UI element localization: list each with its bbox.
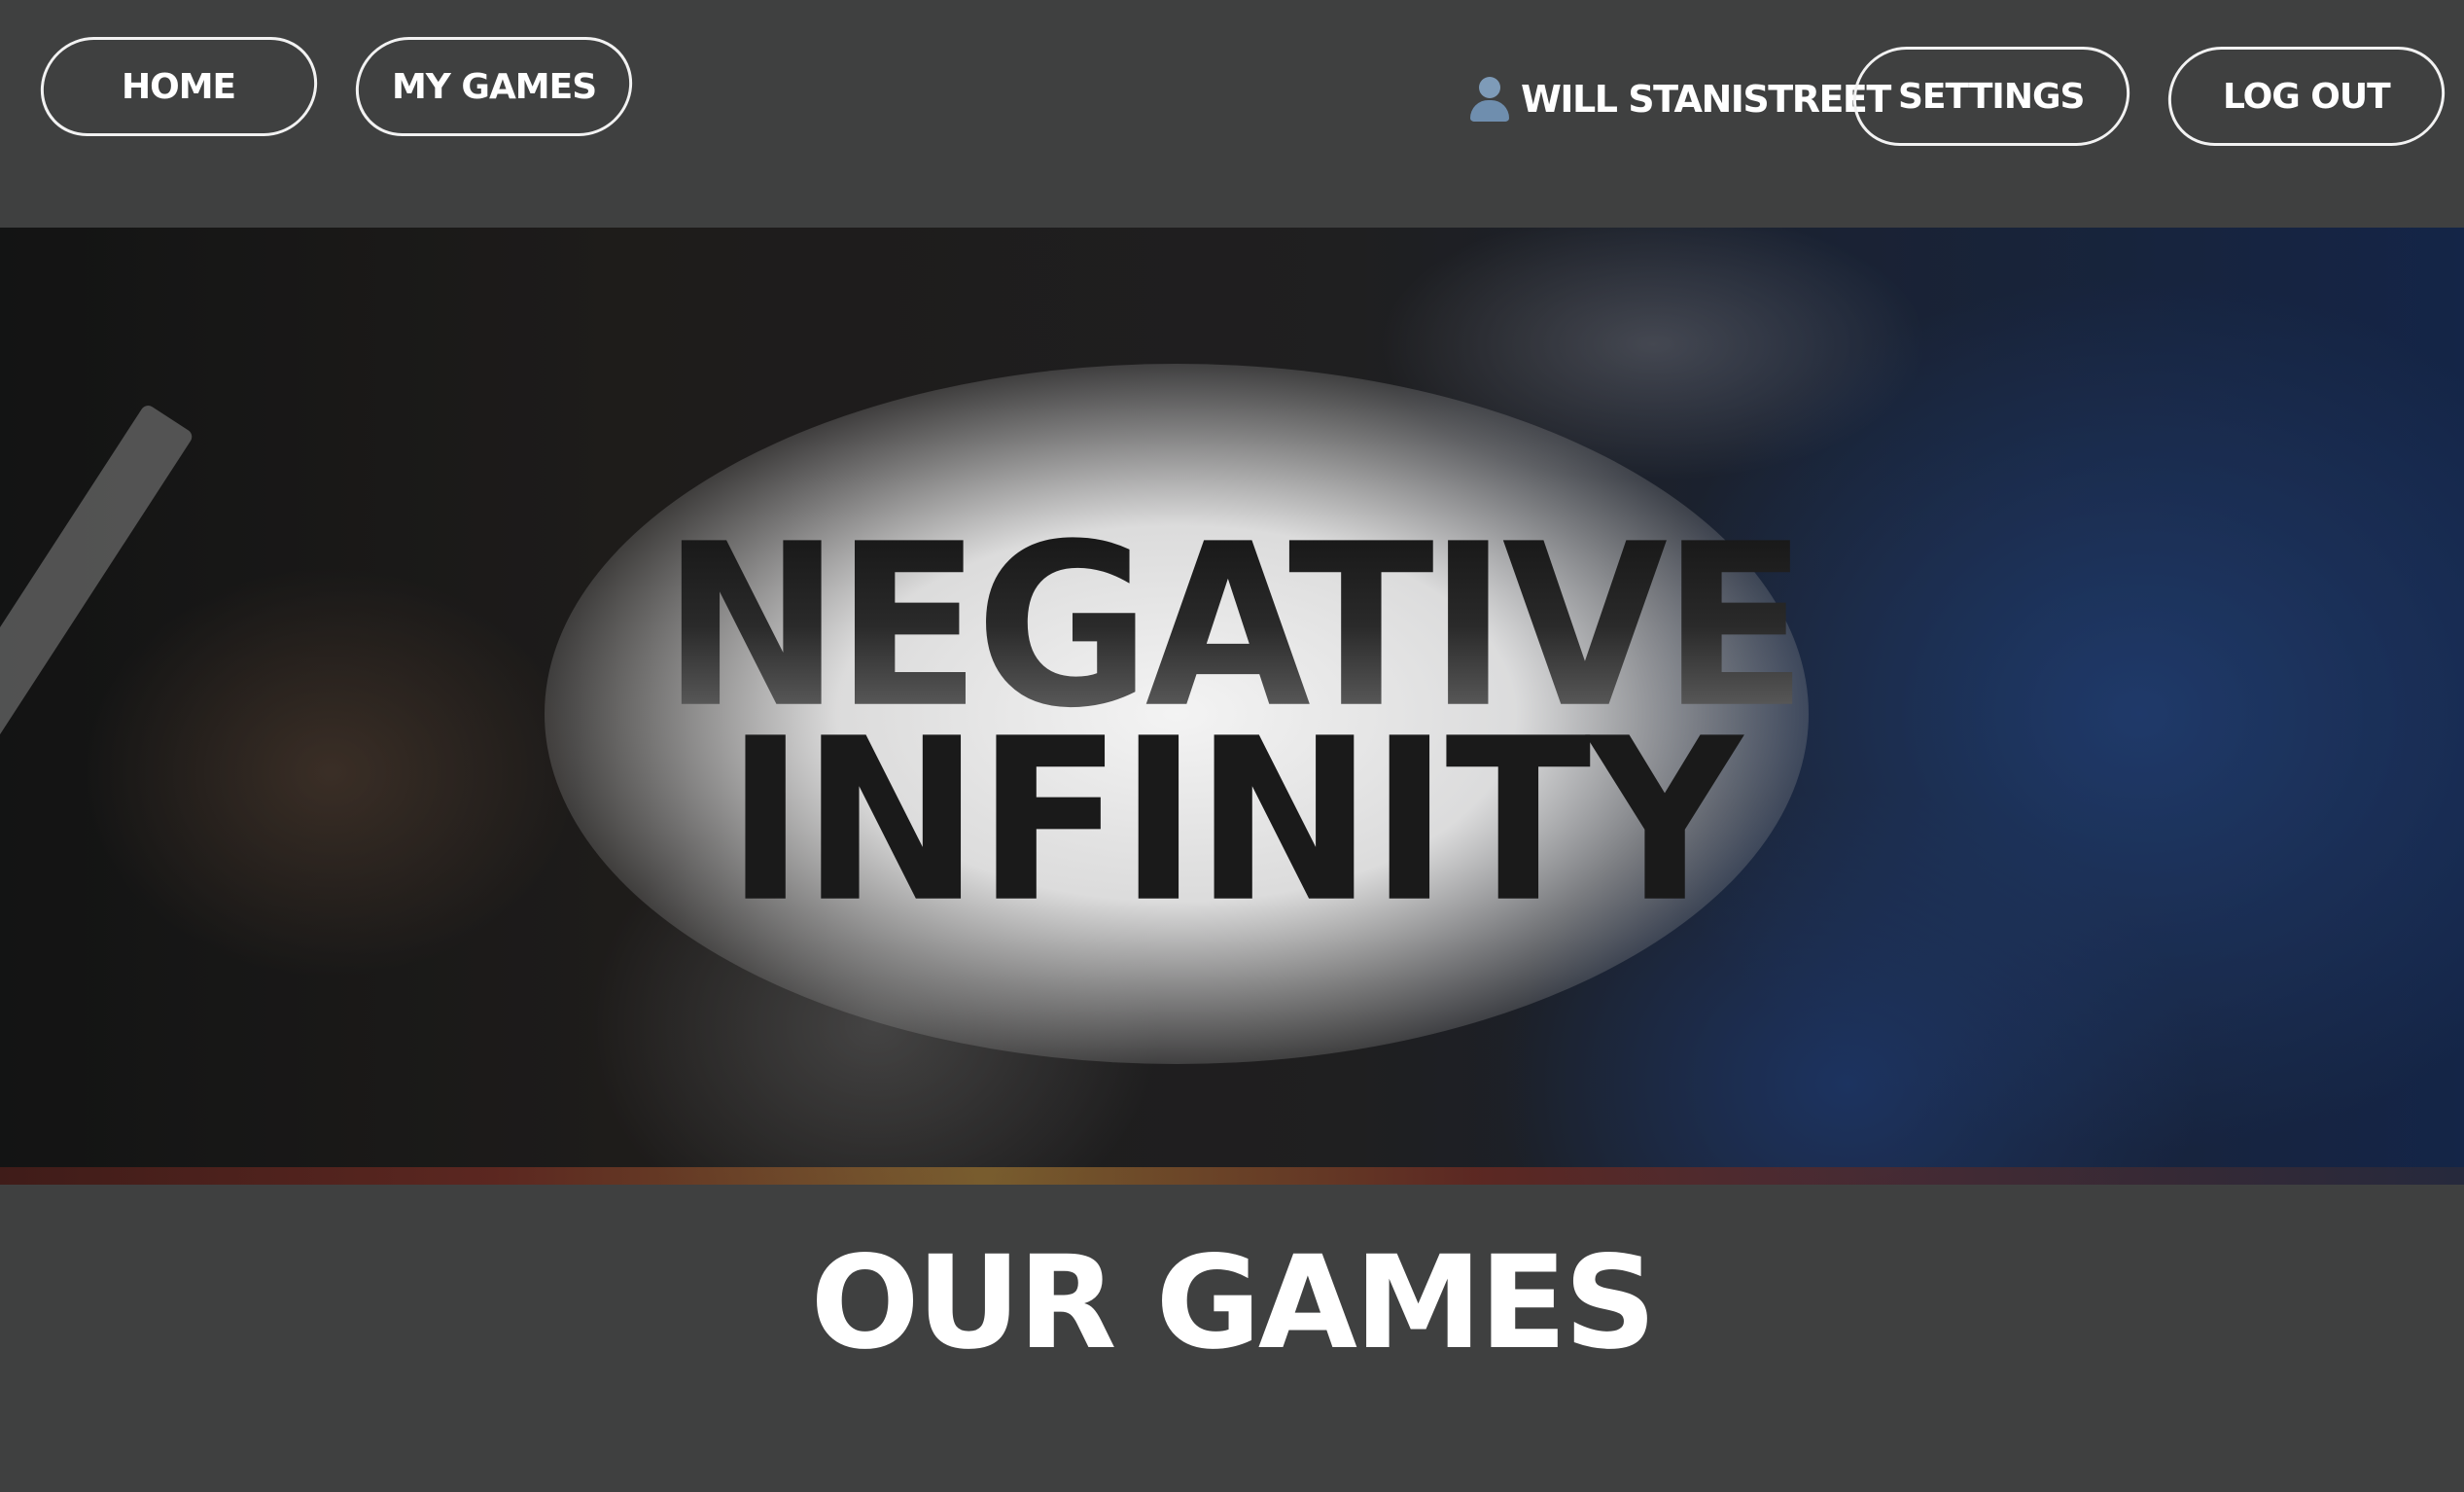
- settings-button-label: SETTINGS: [1898, 76, 2085, 117]
- hero-title-line-2: INFINITY: [725, 690, 1742, 952]
- user-account: WILL STANISTREET: [1466, 68, 1891, 130]
- log-out-button-label: LOG OUT: [2223, 76, 2390, 117]
- hero-banner: NEGATIVE INFINITY: [0, 228, 2464, 1185]
- section-title-our-games: OUR GAMES: [810, 1228, 1656, 1378]
- log-out-button[interactable]: LOG OUT: [2165, 47, 2448, 146]
- user-name: WILL STANISTREET: [1521, 78, 1891, 121]
- settings-button[interactable]: SETTINGS: [1849, 47, 2133, 146]
- my-games-button[interactable]: MY GAMES: [352, 37, 636, 136]
- home-button-label: HOME: [122, 66, 236, 107]
- top-navigation: HOME MY GAMES WILL STANISTREET SETTINGS …: [0, 0, 2464, 228]
- user-silhouette-icon: [1466, 75, 1511, 124]
- my-games-button-label: MY GAMES: [391, 66, 597, 107]
- hero-bottom-strip: [0, 1167, 2464, 1185]
- home-button[interactable]: HOME: [37, 37, 321, 136]
